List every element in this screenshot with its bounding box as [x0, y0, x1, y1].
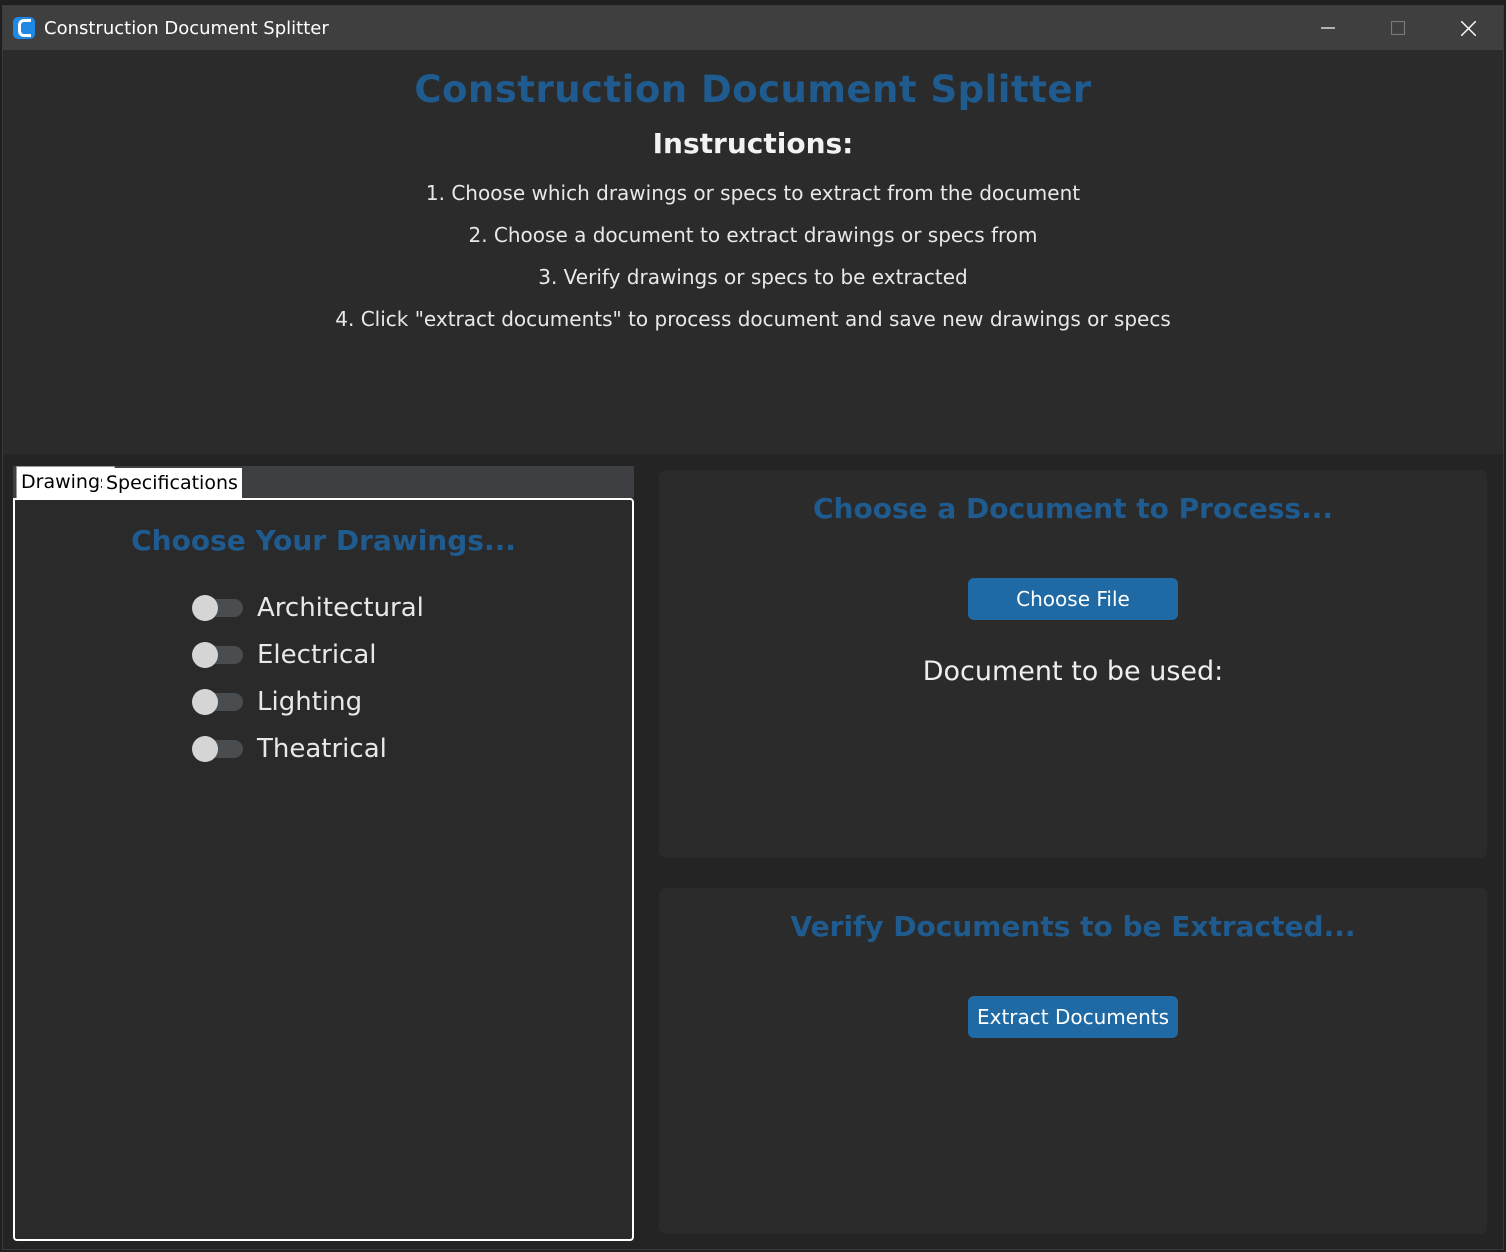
- instruction-step-1: 1. Choose which drawings or specs to ext…: [425, 181, 1081, 205]
- switch-knob: [192, 641, 218, 668]
- choose-file-button[interactable]: Choose File: [968, 578, 1178, 620]
- instruction-step-3: 3. Verify drawings or specs to be extrac…: [538, 265, 968, 289]
- extract-documents-button[interactable]: Extract Documents: [968, 996, 1178, 1038]
- switch-track[interactable]: [192, 641, 243, 668]
- maximize-icon: [1391, 21, 1405, 35]
- close-button[interactable]: [1433, 6, 1503, 50]
- instruction-step-4: 4. Click "extract documents" to process …: [335, 307, 1171, 331]
- tab-specifications[interactable]: Specifications: [102, 468, 242, 498]
- choose-document-heading: Choose a Document to Process...: [812, 492, 1333, 525]
- switch-track[interactable]: [192, 735, 243, 762]
- switch-knob: [192, 594, 218, 621]
- switch-architectural[interactable]: Architectural: [192, 584, 424, 631]
- switch-track[interactable]: [192, 594, 243, 621]
- verify-documents-card: Verify Documents to be Extracted... Extr…: [659, 888, 1487, 1234]
- switch-label-theatrical: Theatrical: [257, 733, 387, 764]
- instructions-title: Instructions:: [652, 127, 854, 160]
- drawings-tabview: Drawings Specifications Choose Your Draw…: [13, 466, 634, 1241]
- app-window: Construction Document Splitter Construct…: [2, 5, 1504, 1250]
- minimize-icon: [1321, 27, 1335, 29]
- drawing-switch-list: Architectural Electrical Lighting Theatr…: [192, 584, 424, 772]
- drawings-panel: Choose Your Drawings... Architectural El…: [13, 498, 634, 1241]
- switch-track[interactable]: [192, 688, 243, 715]
- tab-drawings[interactable]: Drawings: [16, 466, 115, 498]
- switch-knob: [192, 688, 218, 715]
- window-title: Construction Document Splitter: [44, 17, 329, 39]
- instruction-step-2: 2. Choose a document to extract drawings…: [468, 223, 1038, 247]
- app-heading: Construction Document Splitter: [414, 68, 1092, 111]
- app-logo-icon: [13, 17, 35, 39]
- tab-strip: Drawings Specifications: [13, 466, 634, 498]
- switch-electrical[interactable]: Electrical: [192, 631, 424, 678]
- switch-knob: [192, 735, 218, 762]
- switch-theatrical[interactable]: Theatrical: [192, 725, 424, 772]
- switch-label-lighting: Lighting: [257, 686, 363, 717]
- title-bar[interactable]: Construction Document Splitter: [3, 6, 1503, 50]
- document-to-be-used-label: Document to be used:: [922, 656, 1224, 687]
- window-controls: [1293, 6, 1503, 50]
- switch-lighting[interactable]: Lighting: [192, 678, 424, 725]
- choose-document-card: Choose a Document to Process... Choose F…: [659, 470, 1487, 858]
- instructions-list: 1. Choose which drawings or specs to ext…: [3, 172, 1503, 340]
- verify-documents-heading: Verify Documents to be Extracted...: [790, 910, 1356, 943]
- drawings-panel-heading: Choose Your Drawings...: [131, 524, 516, 557]
- maximize-button[interactable]: [1363, 6, 1433, 50]
- close-icon: [1460, 20, 1476, 36]
- switch-label-architectural: Architectural: [257, 592, 424, 623]
- minimize-button[interactable]: [1293, 6, 1363, 50]
- header-section: Construction Document Splitter Instructi…: [3, 50, 1503, 454]
- switch-label-electrical: Electrical: [257, 639, 377, 670]
